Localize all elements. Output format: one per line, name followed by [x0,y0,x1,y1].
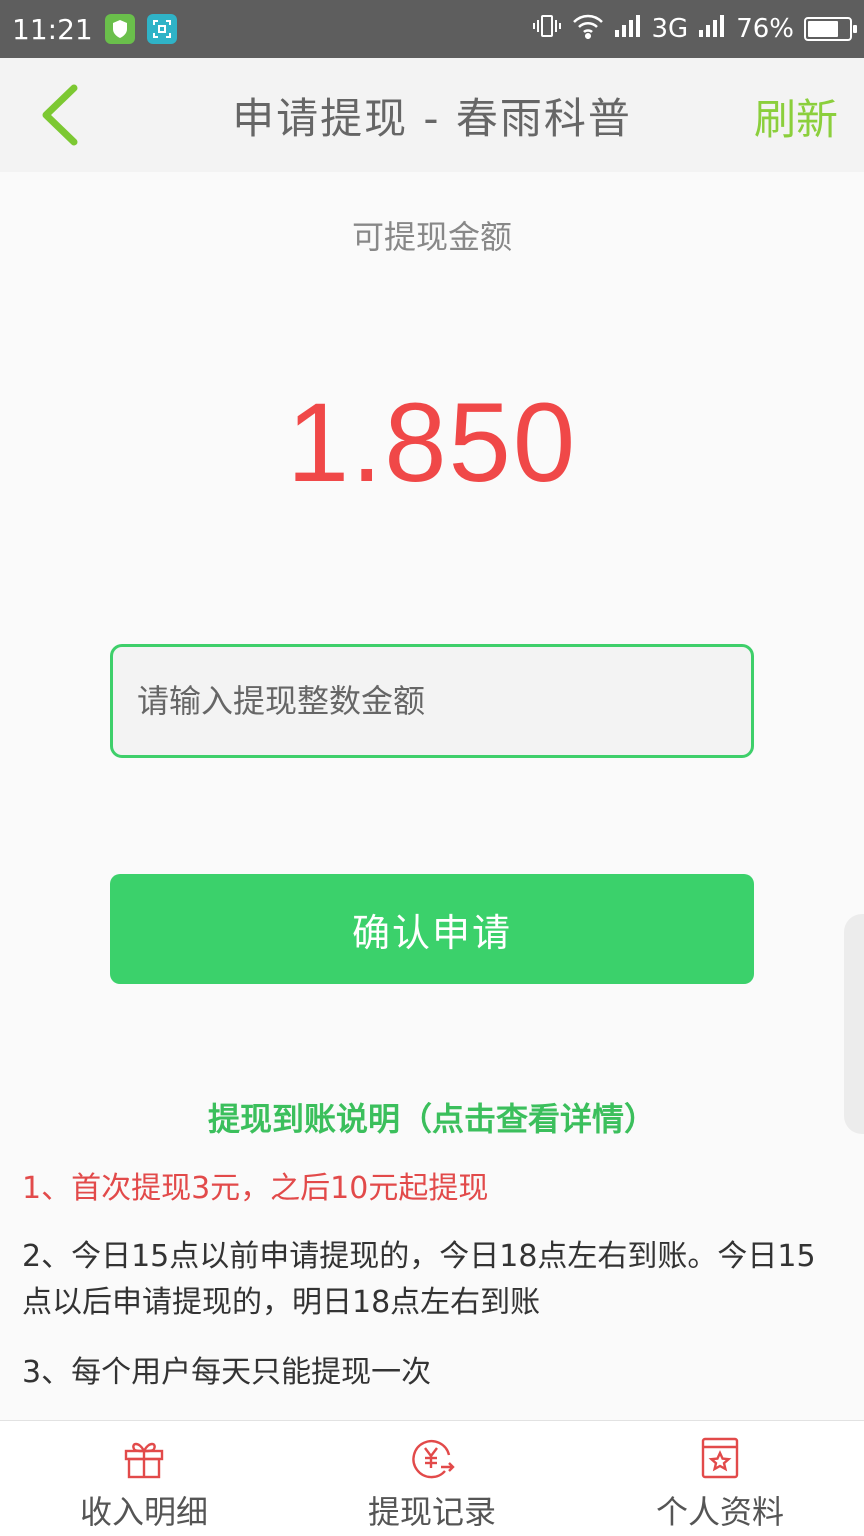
battery-icon [804,17,857,41]
network-type: 3G [651,14,689,44]
chevron-left-icon [42,84,78,146]
tab-label: 收入明细 [79,1493,208,1531]
gift-icon [124,1442,164,1479]
tab-profile[interactable]: 个人资料 [576,1421,864,1533]
star-card-icon [701,1437,739,1479]
bottom-tab-bar: 收入明细 提现记录 个人资料 [0,1420,864,1536]
wifi-icon [572,13,604,46]
vibrate-icon [532,13,562,46]
note-item: 2、今日15点以前申请提现的，今日18点左右到账。今日15点以后申请提现的，明日… [22,1239,816,1320]
yuan-transfer-icon [412,1439,455,1479]
battery-percent: 76% [736,14,794,44]
status-bar-right: 3G 76% [532,13,857,46]
shield-icon [104,14,135,44]
page-title: 申请提现 - 春雨科普 [232,93,632,143]
scan-icon [146,14,177,44]
balance-label: 可提现金额 [351,218,512,256]
nav-bar: 申请提现 - 春雨科普 刷新 [0,58,864,172]
signal-icon-2 [698,14,726,45]
refresh-button[interactable]: 刷新 [754,86,838,147]
back-button[interactable] [30,82,90,148]
withdraw-amount-input[interactable] [110,644,754,758]
tab-label: 个人资料 [655,1493,784,1531]
battery-level [808,21,839,37]
signal-icon [614,14,642,45]
status-bar: 11:21 3G 76% [0,0,864,58]
note-item: 1、首次提现3元，之后10元起提现 [22,1171,489,1206]
status-time: 11:21 [12,12,93,46]
tab-income-detail[interactable]: 收入明细 [0,1421,288,1533]
balance-value: 1.850 [286,380,578,505]
status-bar-left: 11:21 [12,13,177,46]
confirm-apply-button[interactable]: 确认申请 [110,874,754,984]
tab-label: 提现记录 [367,1493,496,1531]
tab-withdraw-record[interactable]: 提现记录 [288,1421,576,1533]
note-item: 3、每个用户每天只能提现一次 [22,1355,432,1390]
withdraw-notes-link[interactable]: 提现到账说明（点击查看详情） [0,1094,864,1140]
withdraw-content: 可提现金额 1.850 确认申请 提现到账说明（点击查看详情） 1、首次提现3元… [0,172,864,1420]
